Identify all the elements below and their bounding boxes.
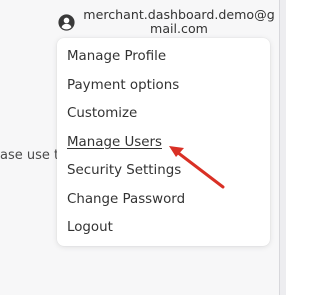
user-circle-icon [58,14,75,31]
account-email: merchant.dashboard.demo@gmail.com [83,7,275,36]
menu-item-logout[interactable]: Logout [67,219,113,236]
menu-item-change-password[interactable]: Change Password [67,191,185,208]
page: ase use t merchant.dashboard.demo@gmail.… [0,0,286,295]
menu-item-manage-profile[interactable]: Manage Profile [67,48,166,65]
menu-item-customize[interactable]: Customize [67,105,137,122]
menu-item-payment-options[interactable]: Payment options [67,77,179,94]
menu-item-manage-users[interactable]: Manage Users [67,134,162,151]
account-menu-trigger[interactable]: merchant.dashboard.demo@gmail.com [56,8,278,38]
red-arrow-icon [169,146,225,189]
background-content-text: ase use t [0,148,60,163]
scrollbar[interactable] [279,0,286,295]
account-dropdown-menu: Manage Profile Payment options Customize… [57,38,270,246]
